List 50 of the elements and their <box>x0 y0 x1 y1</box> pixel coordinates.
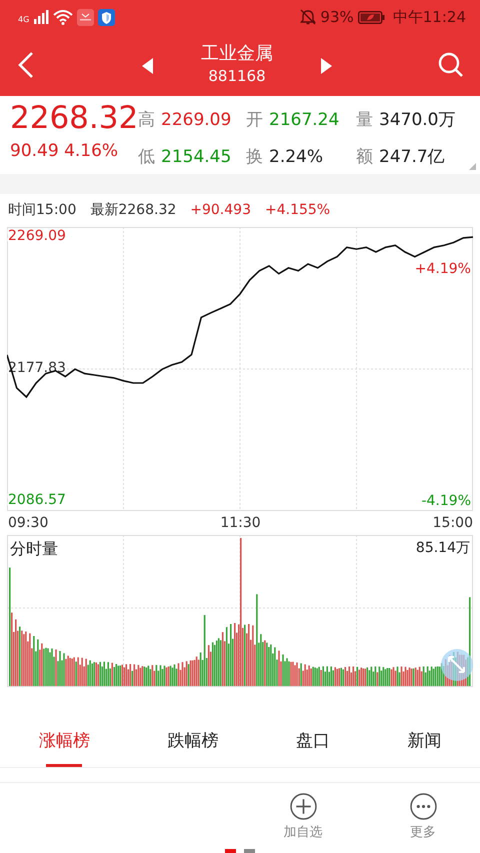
wifi-icon <box>53 10 74 24</box>
volume-title: 分时量 <box>10 539 58 558</box>
signal-icon <box>33 10 50 24</box>
shield-app-icon <box>98 8 116 26</box>
stat-label: 换 <box>246 146 263 169</box>
stat-label: 开 <box>246 109 263 132</box>
stat-value: 2.24% <box>269 146 324 169</box>
stat-label: 额 <box>356 146 373 169</box>
stat-value: 2154.45 <box>161 146 232 169</box>
y-axis-label: 2086.57 <box>8 492 66 508</box>
stat-label: 量 <box>356 109 373 132</box>
index-code: 881168 <box>207 66 267 87</box>
price-change: 90.49 4.16% <box>10 140 120 163</box>
stat-value: 2167.24 <box>269 109 340 132</box>
stat-value: 3470.0万 <box>379 109 456 132</box>
stat-value: 2269.09 <box>161 109 232 132</box>
x-axis-label: 11:30 <box>220 514 261 533</box>
tab[interactable]: 盘口 <box>292 719 334 766</box>
tab[interactable]: 涨幅榜 <box>34 719 94 766</box>
add-watchlist-button[interactable]: 加自选 <box>284 792 322 842</box>
expand-icon[interactable] <box>441 649 473 681</box>
quote-info-text: +4.155% <box>264 201 330 220</box>
x-axis-label: 15:00 <box>432 514 473 533</box>
back-button[interactable] <box>16 51 36 79</box>
app-icon <box>77 8 94 26</box>
y-axis-label: 2269.09 <box>8 228 66 244</box>
index-title: 工业金属 <box>201 42 273 65</box>
volume-max-label: 85.14万 <box>416 540 470 556</box>
tab[interactable]: 跌幅榜 <box>163 719 222 766</box>
battery-percent: 93% <box>320 6 354 28</box>
last-price: 2268.32 <box>10 102 138 135</box>
search-button[interactable] <box>438 52 464 78</box>
expand-corner-icon <box>469 163 476 170</box>
quote-info-text: 最新2268.32 <box>90 201 176 220</box>
quote-info-text: +90.493 <box>190 201 251 220</box>
mute-icon <box>300 9 316 25</box>
battery-icon <box>358 10 385 24</box>
percent-label: +4.19% <box>414 261 471 277</box>
status-time: 中午11:24 <box>392 6 466 28</box>
percent-label: -4.19% <box>421 493 471 509</box>
stat-value: 247.7亿 <box>379 146 445 169</box>
x-axis-label: 09:30 <box>8 514 48 533</box>
tab[interactable]: 新闻 <box>403 719 446 766</box>
quote-info-text: 时间15:00 <box>8 201 76 220</box>
plus-icon <box>290 792 316 820</box>
more-button[interactable]: 更多 <box>410 792 436 842</box>
stat-label: 低 <box>138 146 155 169</box>
stat-label: 高 <box>138 109 155 132</box>
more-icon <box>410 792 436 820</box>
network-type: 4G <box>18 14 30 26</box>
